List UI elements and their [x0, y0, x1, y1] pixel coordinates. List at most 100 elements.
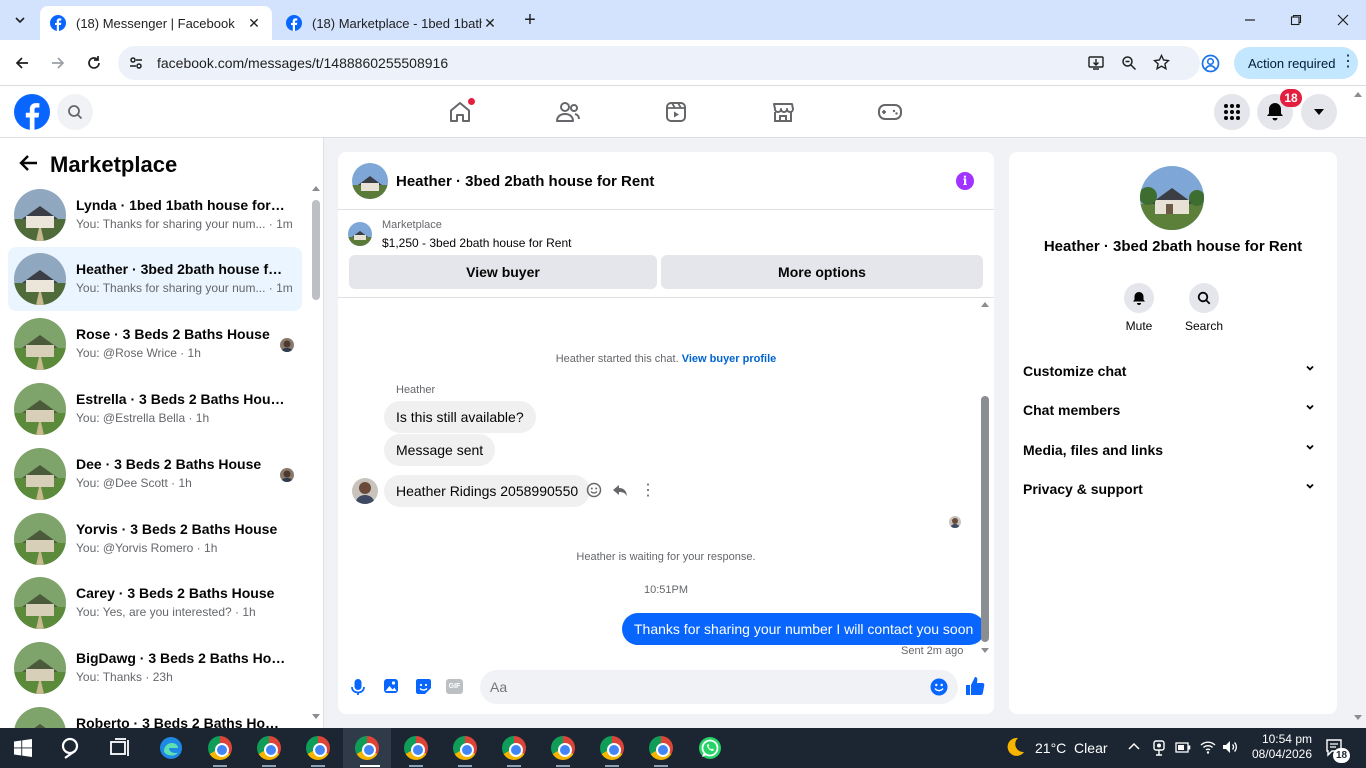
address-bar[interactable]: facebook.com/messages/t/1488860255508916 — [118, 46, 1200, 80]
message-bubble[interactable]: Heather Ridings 2058990550 — [384, 475, 591, 507]
edge-icon[interactable] — [159, 736, 183, 760]
task-view-icon[interactable] — [108, 736, 132, 760]
new-tab-button[interactable]: + — [518, 8, 542, 32]
chrome-icon[interactable] — [649, 736, 673, 760]
my-message-bubble[interactable]: Thanks for sharing your number I will co… — [622, 613, 986, 645]
message-input[interactable] — [480, 670, 958, 704]
message-bubble[interactable]: Message sent — [384, 434, 496, 466]
listing-price[interactable]: $1,250 - 3bed 2bath house for Rent — [382, 236, 571, 250]
back-button[interactable] — [10, 51, 34, 75]
section-media-files-links[interactable]: Media, files and links — [1023, 442, 1323, 458]
chrome-icon[interactable] — [306, 736, 330, 760]
facebook-header: 18 — [0, 86, 1366, 138]
nav-marketplace[interactable] — [769, 98, 797, 126]
view-buyer-button[interactable]: View buyer — [349, 255, 657, 289]
seen-avatar — [280, 468, 294, 482]
nav-gaming[interactable] — [876, 98, 904, 126]
sender-avatar[interactable] — [352, 478, 378, 504]
chrome-icon[interactable] — [257, 736, 281, 760]
conversation-item[interactable]: Estrella · 3 Beds 2 Baths House You: @Est… — [8, 377, 302, 441]
windows-start-icon[interactable] — [14, 739, 32, 757]
clock[interactable]: 10:54 pm 08/04/2026 — [1248, 732, 1312, 762]
emoji-icon[interactable] — [930, 678, 948, 696]
close-window-button[interactable] — [1331, 8, 1355, 32]
search-icon[interactable] — [60, 736, 84, 760]
microphone-icon[interactable] — [350, 678, 366, 696]
chrome-icon[interactable] — [600, 736, 624, 760]
info-icon[interactable]: i — [956, 172, 974, 190]
page-scroll-up-icon[interactable] — [1354, 92, 1362, 97]
chat-avatar[interactable] — [352, 163, 388, 199]
listing-thumbnail[interactable] — [348, 222, 372, 246]
whatsapp-icon[interactable] — [698, 736, 722, 760]
tab-marketplace[interactable]: (18) Marketplace - 1bed 1bath h ✕ — [276, 6, 508, 40]
section-chat-members[interactable]: Chat members — [1023, 402, 1323, 418]
tab-close-icon[interactable]: ✕ — [246, 15, 262, 32]
conversation-item[interactable]: BigDawg · 3 Beds 2 Baths House You: Thank… — [8, 636, 302, 700]
chrome-icon[interactable] — [404, 736, 428, 760]
chrome-icon[interactable] — [208, 736, 232, 760]
message-text-field[interactable] — [490, 677, 910, 697]
nav-video[interactable] — [662, 98, 690, 126]
profile-avatar[interactable] — [1140, 166, 1204, 230]
thumbs-up-icon[interactable] — [965, 676, 985, 696]
restore-button[interactable] — [1284, 8, 1308, 32]
install-app-icon[interactable] — [1088, 55, 1105, 71]
section-customize-chat[interactable]: Customize chat — [1023, 363, 1323, 379]
search-button[interactable] — [57, 94, 93, 130]
conversation-item[interactable]: Dee · 3 Beds 2 Baths House You: @Dee Scot… — [8, 442, 302, 506]
action-required-button[interactable]: Action required ⋮ — [1234, 47, 1358, 79]
chrome-icon[interactable] — [502, 736, 526, 760]
conversation-item[interactable]: Rose · 3 Beds 2 Baths House You: @Rose Wr… — [8, 312, 302, 376]
react-emoji-icon[interactable] — [586, 482, 602, 498]
gif-icon[interactable]: GIF — [446, 679, 463, 694]
windows-taskbar: 21°C Clear 10:54 pm 08/04/2026 18 — [0, 728, 1366, 768]
weather-text[interactable]: 21°C Clear — [1035, 740, 1108, 756]
site-info-icon[interactable] — [128, 55, 144, 71]
conversation-item[interactable]: Yorvis · 3 Beds 2 Baths House You: @Yorvi… — [8, 507, 302, 571]
menu-button[interactable] — [1214, 94, 1250, 130]
reload-button[interactable] — [82, 51, 106, 75]
chrome-icon[interactable] — [453, 736, 477, 760]
scrollbar[interactable] — [312, 186, 320, 719]
webcam-icon[interactable] — [1152, 740, 1166, 756]
nav-friends[interactable] — [554, 98, 582, 126]
section-label: Customize chat — [1023, 363, 1127, 379]
more-options-button[interactable]: More options — [661, 255, 983, 289]
forward-button[interactable] — [46, 51, 70, 75]
search-chat-button[interactable] — [1189, 283, 1219, 313]
volume-icon[interactable] — [1222, 740, 1238, 754]
facebook-logo-icon[interactable] — [14, 94, 50, 130]
mute-button[interactable] — [1124, 283, 1154, 313]
chrome-icon[interactable] — [551, 736, 575, 760]
photo-icon[interactable] — [383, 678, 399, 694]
zoom-icon[interactable] — [1121, 55, 1137, 71]
wifi-icon[interactable] — [1200, 740, 1216, 754]
section-privacy-support[interactable]: Privacy & support — [1023, 481, 1323, 497]
conversation-item[interactable]: Roberto · 3 Beds 2 Baths House — [8, 701, 302, 728]
account-button[interactable] — [1301, 94, 1337, 130]
chrome-icon[interactable] — [355, 736, 379, 760]
message-more-icon[interactable]: ⋮ — [640, 480, 656, 500]
message-bubble[interactable]: Is this still available? — [384, 401, 536, 433]
chat-scrollbar[interactable] — [981, 302, 989, 654]
nav-home[interactable] — [446, 98, 475, 126]
view-buyer-profile-link[interactable]: View buyer profile — [682, 353, 777, 365]
battery-icon[interactable] — [1175, 742, 1191, 753]
sticker-icon[interactable] — [415, 678, 432, 695]
page-scroll-down-icon[interactable] — [1354, 715, 1362, 720]
profile-icon[interactable] — [1201, 54, 1220, 73]
tab-close-icon[interactable]: ✕ — [482, 15, 498, 32]
chat-title[interactable]: Heather · 3bed 2bath house for Rent — [396, 173, 654, 190]
conversation-item[interactable]: Carey · 3 Beds 2 Baths House You: Yes, ar… — [8, 571, 302, 635]
moon-weather-icon[interactable] — [1004, 736, 1026, 758]
tab-search-button[interactable] — [8, 8, 32, 32]
reply-icon[interactable] — [612, 482, 628, 498]
conversation-item[interactable]: Lynda · 1bed 1bath house for rent You: Th… — [8, 183, 302, 247]
bookmark-star-icon[interactable] — [1153, 54, 1170, 71]
conversation-item[interactable]: Heather · 3bed 2bath house for ... You: T… — [8, 247, 302, 311]
back-arrow-icon[interactable] — [18, 154, 38, 172]
minimize-button[interactable] — [1238, 8, 1262, 32]
tab-messenger[interactable]: (18) Messenger | Facebook ✕ — [40, 6, 272, 40]
chevron-up-icon[interactable] — [1128, 742, 1140, 750]
